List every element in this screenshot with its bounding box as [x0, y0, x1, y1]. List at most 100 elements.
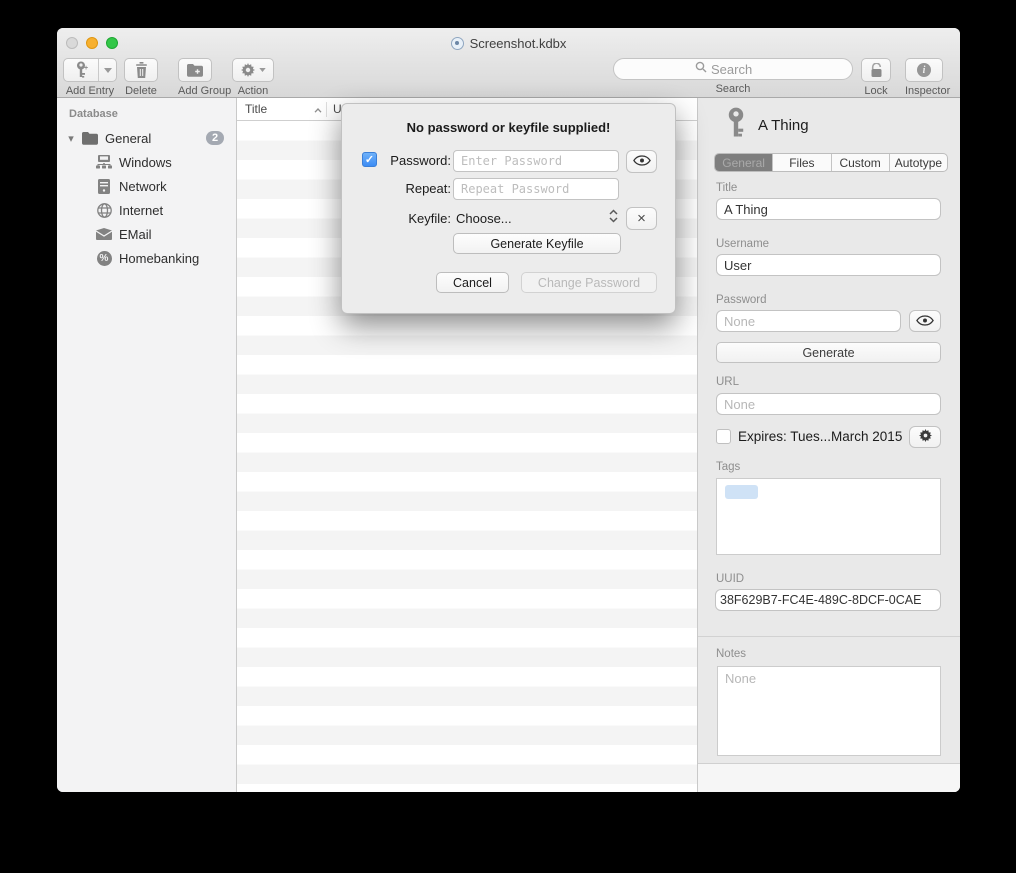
window-title-area: Screenshot.kdbx — [57, 28, 960, 58]
disclosure-triangle-icon[interactable]: ▾ — [65, 132, 77, 145]
column-header-title[interactable]: Title — [237, 102, 326, 116]
tags-box[interactable] — [716, 478, 941, 555]
repeat-input[interactable] — [453, 178, 619, 200]
generate-keyfile-button[interactable]: Generate Keyfile — [453, 233, 621, 254]
tab-autotype[interactable]: Autotype — [890, 154, 947, 171]
chevron-down-icon[interactable] — [99, 59, 116, 81]
tab-files[interactable]: Files — [773, 154, 831, 171]
uuid-field[interactable] — [715, 589, 941, 611]
reveal-password-button[interactable] — [626, 150, 657, 173]
tag-token[interactable] — [725, 485, 758, 499]
username-field-label: Username — [716, 238, 769, 250]
lock-tool: Lock — [861, 58, 891, 97]
username-field[interactable] — [716, 254, 941, 276]
sidebar-item-internet[interactable]: Internet — [57, 198, 236, 222]
keyfile-popup[interactable]: Choose... — [456, 211, 512, 226]
keyfile-label: Keyfile: — [381, 211, 451, 226]
entry-title: A Thing — [758, 117, 809, 134]
chevron-down-icon — [259, 68, 266, 72]
search-icon — [695, 60, 707, 78]
sidebar-item-homebanking[interactable]: % Homebanking — [57, 246, 236, 270]
generate-password-button[interactable]: Generate — [716, 342, 941, 363]
action-label: Action — [232, 85, 274, 97]
password-checkbox[interactable]: ✓ — [362, 152, 377, 167]
sidebar-item-label: Network — [119, 179, 167, 194]
inspector-button[interactable]: i — [905, 58, 943, 82]
action-button[interactable] — [232, 58, 274, 82]
toolbar: + Add Entry Delete — [57, 58, 960, 98]
url-field[interactable] — [716, 393, 941, 415]
info-icon: i — [917, 63, 931, 77]
password-field-label: Password — [716, 294, 767, 306]
folder-plus-icon — [187, 64, 203, 77]
gear-icon — [241, 63, 255, 77]
search-tool: Search — [613, 58, 853, 95]
cancel-button[interactable]: Cancel — [436, 272, 509, 293]
dialog-title: No password or keyfile supplied! — [342, 120, 675, 135]
change-password-button[interactable]: Change Password — [521, 272, 657, 293]
sidebar-section-header: Database — [69, 108, 118, 120]
add-entry-button[interactable]: + — [63, 58, 117, 82]
title-field-label: Title — [716, 182, 737, 194]
divider — [698, 636, 960, 637]
eye-icon — [633, 154, 651, 169]
envelope-icon — [95, 226, 113, 242]
sidebar-item-label: General — [105, 131, 151, 146]
window-title: Screenshot.kdbx — [470, 36, 567, 51]
clear-keyfile-button[interactable]: × — [626, 207, 657, 230]
password-field[interactable] — [716, 310, 901, 332]
key-plus-icon: + — [64, 59, 99, 81]
lock-open-icon — [870, 63, 883, 78]
expires-checkbox[interactable] — [716, 429, 731, 444]
add-group-button[interactable] — [178, 58, 212, 82]
add-entry-tool: + Add Entry — [63, 58, 117, 97]
document-icon — [451, 37, 464, 50]
sidebar-item-windows[interactable]: Windows — [57, 150, 236, 174]
gear-icon — [919, 429, 932, 445]
stepper-icon[interactable] — [609, 209, 618, 226]
expires-label: Expires: Tues...March 2015 — [738, 429, 902, 444]
svg-text:+: + — [84, 65, 88, 72]
expires-settings-button[interactable] — [909, 426, 941, 448]
eye-icon — [916, 314, 934, 329]
delete-button[interactable] — [124, 58, 158, 82]
delete-tool: Delete — [124, 58, 158, 97]
title-field[interactable] — [716, 198, 941, 220]
percent-icon: % — [95, 250, 113, 266]
sidebar-item-label: Windows — [119, 155, 172, 170]
tab-general[interactable]: General — [715, 154, 773, 171]
change-password-dialog: No password or keyfile supplied! ✓ Passw… — [341, 103, 676, 314]
sidebar-item-network[interactable]: Network — [57, 174, 236, 198]
entry-count-badge: 2 — [206, 131, 224, 145]
lock-label: Lock — [861, 85, 891, 97]
search-input[interactable] — [711, 62, 771, 77]
notes-field[interactable] — [717, 666, 941, 756]
reveal-password-button[interactable] — [909, 310, 941, 332]
add-group-tool: Add Group — [178, 58, 231, 97]
server-icon — [95, 178, 113, 194]
tab-custom[interactable]: Custom — [832, 154, 890, 171]
inspector-footer — [698, 763, 960, 792]
close-icon: × — [637, 210, 646, 227]
sidebar-item-label: Internet — [119, 203, 163, 218]
delete-label: Delete — [124, 85, 158, 97]
action-tool: Action — [232, 58, 274, 97]
search-field[interactable] — [613, 58, 853, 80]
sort-ascending-icon — [314, 102, 322, 116]
sidebar-item-label: Homebanking — [119, 251, 199, 266]
lock-button[interactable] — [861, 58, 891, 82]
key-icon — [725, 106, 747, 143]
password-label: Password: — [381, 153, 451, 168]
add-group-label: Add Group — [178, 85, 231, 97]
sidebar-item-email[interactable]: EMail — [57, 222, 236, 246]
column-header-username[interactable]: U — [327, 102, 342, 116]
search-label: Search — [613, 83, 853, 95]
inspector-tabs: General Files Custom Autotype — [714, 153, 948, 172]
sidebar: Database ▾ General 2 Windows — [57, 98, 237, 792]
uuid-label: UUID — [716, 573, 744, 585]
sidebar-item-general[interactable]: ▾ General 2 — [57, 126, 236, 150]
trash-icon — [135, 62, 148, 78]
add-entry-label: Add Entry — [63, 85, 117, 97]
password-input[interactable] — [453, 150, 619, 172]
repeat-label: Repeat: — [381, 181, 451, 196]
